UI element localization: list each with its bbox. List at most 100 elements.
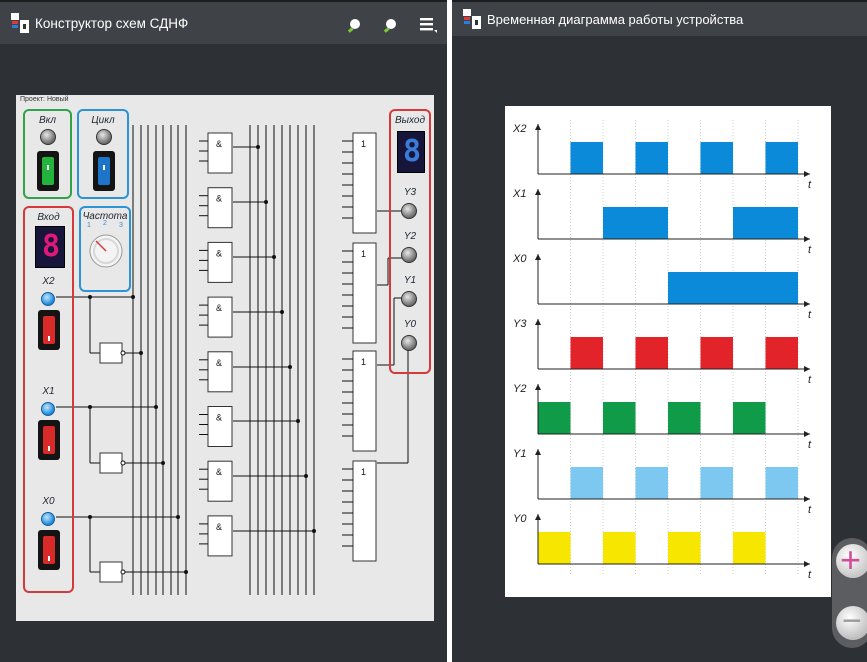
output-display: 8 (397, 131, 425, 173)
signal-pulse (700, 142, 733, 174)
output-label: Выход (394, 115, 425, 126)
window-title: Конструктор схем СДНФ (35, 16, 189, 31)
and-gate[interactable]: & (199, 515, 233, 557)
signal-label: X1 (512, 188, 526, 200)
input-x1-indicator (41, 402, 55, 416)
timing-window-title: Временная диаграмма работы устройства (487, 12, 744, 27)
time-label: t (808, 179, 812, 191)
or-gate-symbol: 1 (361, 357, 366, 367)
and-gate-symbol: & (216, 467, 222, 477)
time-label: t (808, 439, 812, 451)
time-label: t (808, 504, 812, 516)
axis-arrow (804, 366, 810, 372)
input-x0-switch[interactable] (38, 530, 60, 570)
signal-pulse (700, 467, 733, 499)
signal-label: X0 (512, 253, 527, 265)
frequency-panel: Частота 1 2 3 (79, 206, 131, 292)
signal-row: Y2 t (513, 383, 812, 451)
signal-pulse (603, 402, 636, 434)
or-gate[interactable]: 1 (342, 460, 377, 562)
axis-arrow (535, 189, 541, 195)
and-gate-symbol: & (216, 194, 222, 204)
cycle-switch[interactable] (93, 151, 115, 191)
signal-pulse (733, 532, 766, 564)
output-y0-indicator (401, 335, 417, 351)
signal-pulse (765, 207, 798, 239)
and-gate-symbol: & (216, 248, 222, 258)
input-x2-switch[interactable] (38, 310, 60, 350)
signal-pulse (733, 207, 766, 239)
axis-arrow (535, 254, 541, 260)
and-gate[interactable]: & (199, 132, 233, 174)
signal-pulse (635, 207, 668, 239)
cycle-panel: Цикл (77, 109, 129, 199)
power-label: Вкл (38, 115, 57, 126)
output-panel: Выход 8 Y3 Y2 Y1 Y0 (389, 109, 431, 374)
frequency-scale-1: 1 (87, 222, 91, 229)
signal-label: Y2 (513, 383, 526, 395)
input-x0-label: X0 (42, 496, 55, 507)
output-y1-label: Y1 (403, 275, 417, 286)
axis-arrow (804, 561, 810, 567)
signal-pulse (700, 272, 733, 304)
output-display-digit: 8 (403, 134, 422, 169)
power-panel: Вкл (23, 109, 72, 199)
constructor-window: Конструктор схем СДНФ Проект: Новый & & … (0, 0, 447, 662)
signal-pulse (765, 142, 798, 174)
time-label: t (808, 569, 812, 581)
and-gate[interactable]: & (199, 187, 233, 229)
zoom-in-button[interactable]: + (836, 539, 867, 580)
and-gate[interactable]: & (199, 241, 233, 283)
frequency-dial[interactable] (87, 232, 125, 270)
signal-label: Y0 (513, 513, 527, 525)
axis-arrow (804, 431, 810, 437)
timing-toolbar: Временная диаграмма работы устройства (452, 0, 867, 36)
and-gate-symbol: & (216, 358, 222, 368)
and-gate[interactable]: & (199, 460, 233, 502)
axis-arrow (804, 496, 810, 502)
signal-pulse (538, 402, 571, 434)
power-switch[interactable] (37, 151, 59, 191)
menu-icon[interactable] (413, 11, 441, 37)
output-y3-indicator (401, 203, 417, 219)
output-y1-indicator (401, 291, 417, 307)
or-gate[interactable]: 1 (342, 242, 377, 344)
signal-row: Y3 t (513, 318, 812, 386)
app-icon (463, 9, 481, 29)
power-indicator (40, 129, 56, 145)
cycle-indicator (96, 129, 112, 145)
zoom-out-button[interactable]: − (836, 602, 867, 640)
or-gate[interactable]: 1 (342, 350, 377, 452)
and-gate[interactable]: & (199, 296, 233, 338)
output-y2-label: Y2 (403, 231, 417, 242)
input-x1-label: X1 (42, 386, 55, 397)
app-icon (11, 13, 29, 33)
signal-pulse (733, 402, 766, 434)
signal-pulse (603, 532, 636, 564)
signal-pulse (603, 207, 636, 239)
signal-pulse (700, 337, 733, 369)
output-y3-label: Y3 (403, 187, 417, 198)
input-x1-switch[interactable] (38, 420, 60, 460)
signal-row: Y1 t (513, 448, 812, 516)
and-gate[interactable]: & (199, 406, 233, 447)
magnifier-icon[interactable] (378, 11, 406, 37)
axis-arrow (535, 449, 541, 455)
signal-pulse (765, 272, 798, 304)
timing-chart-svg: X2 t X1 t X0 t Y3 t Y2 t Y1 t Y0 t (512, 120, 812, 581)
axis-arrow (535, 319, 541, 325)
circuit-editor[interactable]: Проект: Новый & & & & & & & & 1 1 1 1 Вк… (16, 95, 434, 621)
magnifier-icon[interactable] (342, 11, 370, 37)
axis-arrow (804, 236, 810, 242)
signal-label: Y3 (513, 318, 527, 330)
signal-pulse (668, 532, 701, 564)
frequency-scale-3: 3 (119, 222, 123, 229)
and-gate[interactable]: & (199, 351, 233, 393)
input-panel: Вход 8 X2 X1 X0 (23, 206, 74, 593)
signal-pulse (668, 272, 701, 304)
and-gate-symbol: & (216, 139, 222, 149)
signal-row: X0 t (512, 253, 812, 321)
time-label: t (808, 309, 812, 321)
minus-icon: − (842, 602, 862, 640)
or-gate[interactable]: 1 (342, 132, 377, 234)
